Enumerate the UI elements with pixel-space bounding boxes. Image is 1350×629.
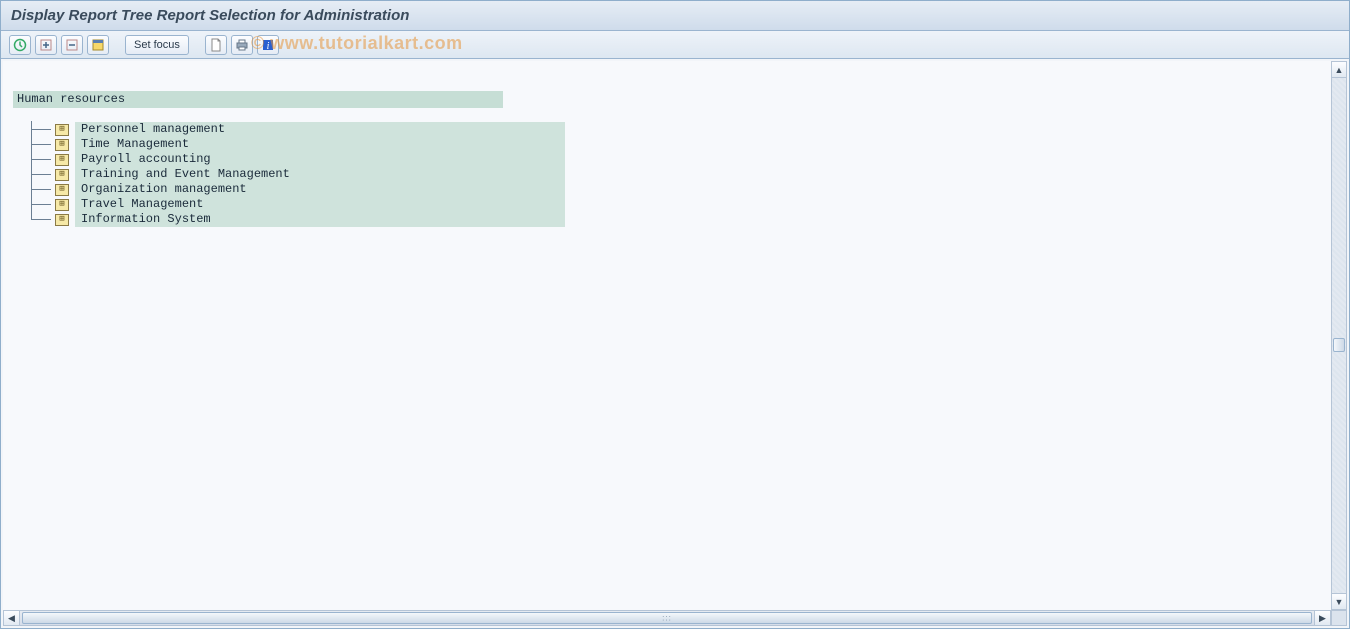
tree-connector-icon — [13, 137, 55, 152]
watermark-text: © www.tutorialkart.com — [251, 33, 463, 54]
expand-icon[interactable]: ⊞ — [55, 184, 69, 196]
tree-connector-icon — [13, 212, 55, 227]
expand-node-button[interactable] — [35, 35, 57, 55]
tree-children: ⊞ Personnel management ⊞ Time Management… — [13, 122, 565, 227]
vertical-scroll-thumb[interactable] — [1333, 338, 1345, 352]
tree-connector-icon — [13, 152, 55, 167]
horizontal-scroll-thumb[interactable]: ::: — [22, 612, 1312, 624]
tree-node-payroll-accounting[interactable]: ⊞ Payroll accounting — [13, 152, 565, 167]
expand-icon[interactable]: ⊞ — [55, 139, 69, 151]
tree-root[interactable]: Human resources — [13, 91, 503, 108]
tree-connector-icon — [13, 197, 55, 212]
print-button[interactable] — [231, 35, 253, 55]
title-bar: Display Report Tree Report Selection for… — [1, 1, 1349, 31]
scrollbar-corner — [1331, 610, 1347, 626]
expand-icon[interactable]: ⊞ — [55, 154, 69, 166]
horizontal-scroll-track[interactable]: ::: — [20, 611, 1314, 625]
page-title: Display Report Tree Report Selection for… — [11, 7, 409, 24]
tree-node-label: Payroll accounting — [75, 152, 565, 167]
collapse-node-button[interactable] — [61, 35, 83, 55]
tree-node-travel-management[interactable]: ⊞ Travel Management — [13, 197, 565, 212]
tree-node-organization-management[interactable]: ⊞ Organization management — [13, 182, 565, 197]
layout-icon — [91, 38, 105, 52]
info-button[interactable]: i — [257, 35, 279, 55]
vertical-scroll-track[interactable] — [1332, 78, 1346, 593]
app-frame: Display Report Tree Report Selection for… — [0, 0, 1350, 629]
info-icon: i — [261, 38, 275, 52]
tree-connector-icon — [13, 122, 55, 137]
tree-node-label: Travel Management — [75, 197, 565, 212]
expand-icon[interactable]: ⊞ — [55, 124, 69, 136]
printer-icon — [235, 38, 249, 52]
tree-root-label: Human resources — [17, 92, 125, 106]
scroll-up-arrow-icon[interactable]: ▲ — [1332, 62, 1346, 78]
scroll-right-arrow-icon[interactable]: ▶ — [1314, 611, 1330, 625]
tree-node-time-management[interactable]: ⊞ Time Management — [13, 137, 565, 152]
expand-plus-icon — [39, 38, 53, 52]
expand-icon[interactable]: ⊞ — [55, 169, 69, 181]
tree-node-label: Organization management — [75, 182, 565, 197]
set-focus-button[interactable]: Set focus — [125, 35, 189, 55]
expand-icon[interactable]: ⊞ — [55, 214, 69, 226]
tree-connector-icon — [13, 167, 55, 182]
horizontal-scrollbar[interactable]: ◀ ::: ▶ — [3, 610, 1331, 626]
grip-icon: ::: — [662, 614, 672, 623]
collapse-minus-icon — [65, 38, 79, 52]
content-area: Human resources ⊞ Personnel management ⊞… — [3, 61, 1347, 610]
clock-check-icon — [13, 38, 27, 52]
report-tree: Human resources ⊞ Personnel management ⊞… — [13, 91, 565, 227]
svg-text:i: i — [266, 41, 269, 52]
set-focus-label: Set focus — [134, 39, 180, 51]
tree-node-label: Information System — [75, 212, 565, 227]
tree-node-label: Personnel management — [75, 122, 565, 137]
layout-button[interactable] — [87, 35, 109, 55]
tree-node-information-system[interactable]: ⊞ Information System — [13, 212, 565, 227]
scroll-left-arrow-icon[interactable]: ◀ — [4, 611, 20, 625]
document-button[interactable] — [205, 35, 227, 55]
tree-node-training-event-management[interactable]: ⊞ Training and Event Management — [13, 167, 565, 182]
tree-connector-icon — [13, 182, 55, 197]
tree-node-personnel-management[interactable]: ⊞ Personnel management — [13, 122, 565, 137]
expand-icon[interactable]: ⊞ — [55, 199, 69, 211]
tree-node-label: Time Management — [75, 137, 565, 152]
toolbar: Set focus i © www.tutorialkart.com — [1, 31, 1349, 59]
tree-node-label: Training and Event Management — [75, 167, 565, 182]
execute-button[interactable] — [9, 35, 31, 55]
document-icon — [209, 38, 223, 52]
scroll-down-arrow-icon[interactable]: ▼ — [1332, 593, 1346, 609]
vertical-scrollbar[interactable]: ▲ ▼ — [1331, 61, 1347, 610]
